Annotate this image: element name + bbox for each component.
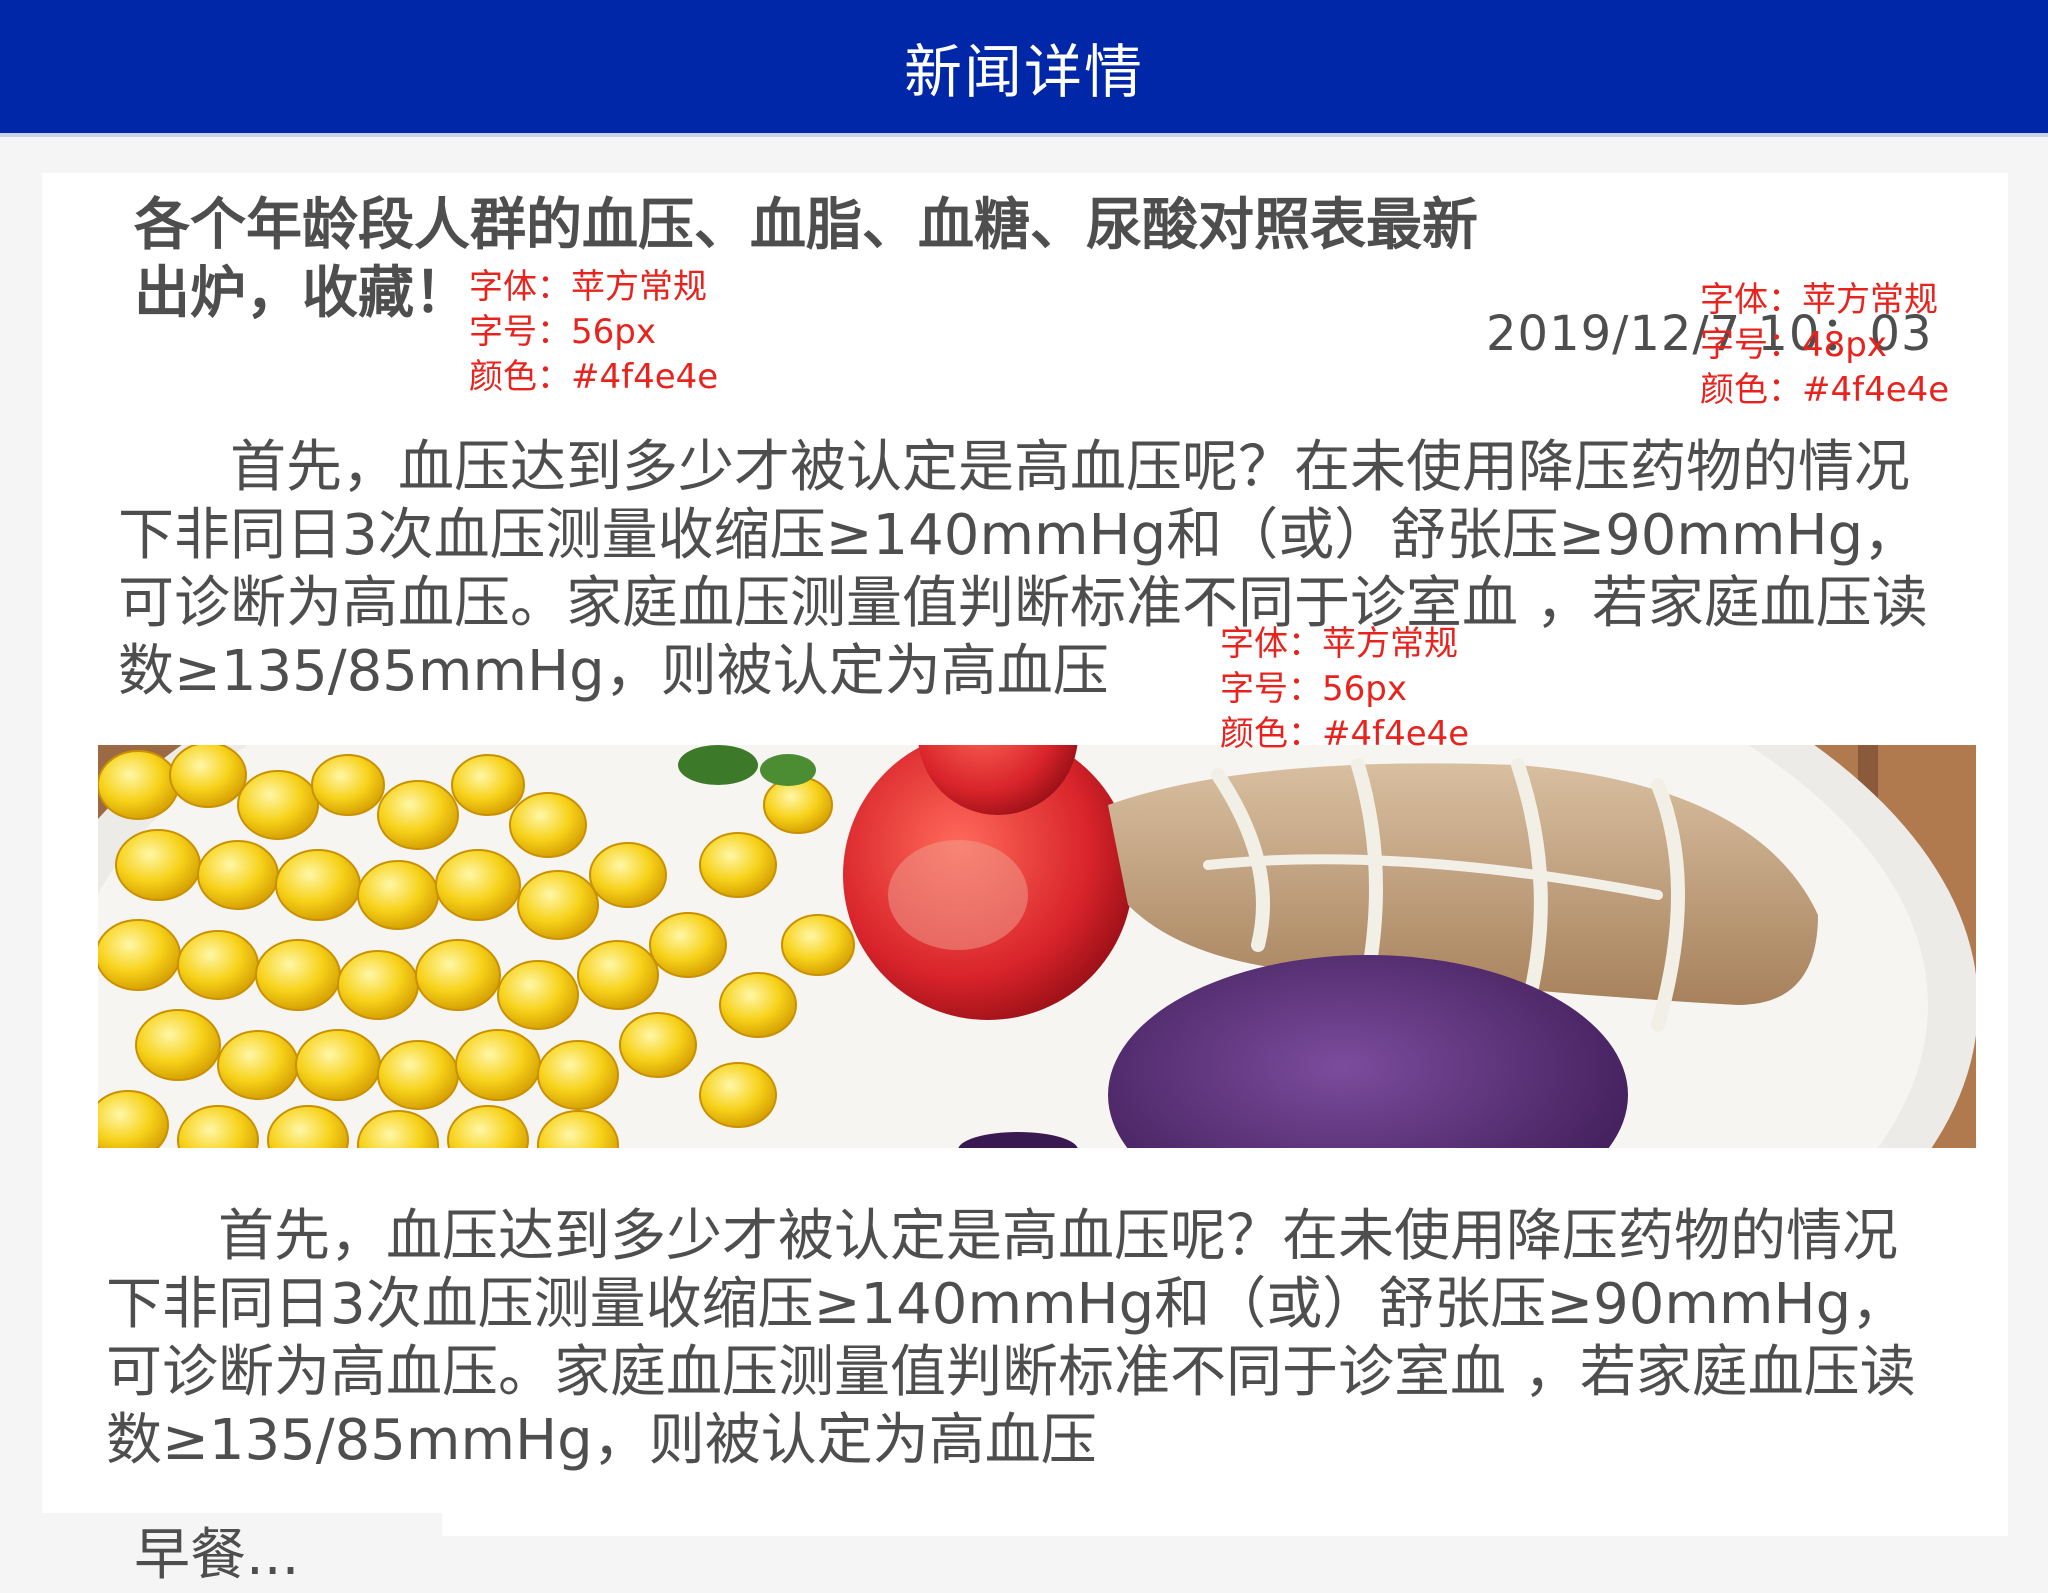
- date-font-spec-annotation: 字体：苹方常规 字号：48px 颜色：#4f4e4e: [1700, 278, 1949, 413]
- spec-size: 字号：48px: [1700, 325, 1887, 365]
- spec-color: 颜色：#4f4e4e: [1700, 370, 1950, 410]
- spec-font: 字体：苹方常规: [1700, 280, 1938, 320]
- header-divider: [0, 133, 2048, 137]
- spec-color: 颜色：#4f4e4e: [469, 357, 719, 397]
- spec-font: 字体：苹方常规: [1220, 624, 1458, 664]
- spec-color: 颜色：#4f4e4e: [1220, 714, 1470, 754]
- title-font-spec-annotation: 字体：苹方常规 字号：56px 颜色：#4f4e4e: [469, 265, 718, 400]
- spec-size: 字号：56px: [469, 312, 656, 352]
- article-next-heading-partial: 早餐...: [134, 1523, 300, 1588]
- top-app-bar: 新闻详情: [0, 0, 2048, 133]
- page-title: 新闻详情: [903, 37, 1144, 106]
- spec-size: 字号：56px: [1220, 669, 1407, 709]
- article-food-image: [98, 745, 1976, 1148]
- body-font-spec-annotation: 字体：苹方常规 字号：56px 颜色：#4f4e4e: [1220, 622, 1469, 757]
- food-plate-illustration: [98, 745, 1976, 1148]
- article-title: 各个年龄段人群的血压、血脂、血糖、尿酸对照表最新出炉，收藏！: [134, 193, 1478, 326]
- spec-font: 字体：苹方常规: [469, 267, 707, 307]
- article-paragraph: 首先，血压达到多少才被认定是高血压呢？在未使用降压药物的情况下非同日3次血压测量…: [118, 435, 1928, 704]
- article-paragraph: 首先，血压达到多少才被认定是高血压呢？在未使用降压药物的情况下非同日3次血压测量…: [106, 1204, 1916, 1473]
